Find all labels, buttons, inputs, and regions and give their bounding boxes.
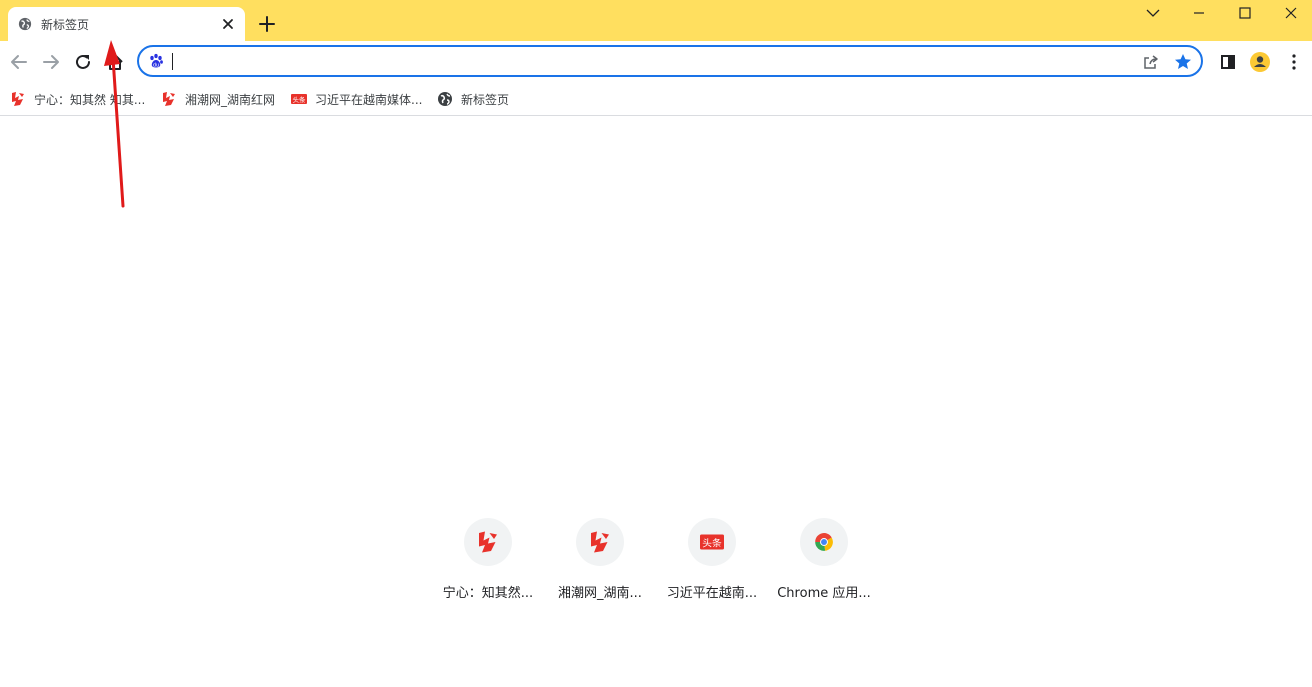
profile-avatar-icon[interactable]	[1249, 51, 1271, 73]
omnibox-input[interactable]	[175, 51, 1139, 75]
menu-kebab-icon[interactable]	[1283, 51, 1305, 73]
tab-close-icon[interactable]	[219, 15, 237, 33]
tab-title: 新标签页	[41, 18, 90, 32]
shortcut-label: 宁心：知其然...	[442, 586, 534, 601]
xiangchao-logo-icon	[12, 92, 24, 106]
xiangchao-logo-icon	[591, 531, 609, 553]
forward-arrow-icon[interactable]	[40, 51, 62, 73]
bookmark-star-icon[interactable]	[1173, 52, 1193, 72]
chevron-down-icon[interactable]	[1143, 4, 1163, 22]
toutiao-logo-icon: 头条	[700, 534, 724, 550]
tab-strip: 新标签页	[0, 0, 1312, 41]
svg-text:头条: 头条	[293, 95, 307, 104]
bookmark-item[interactable]: 湘潮网_湖南红网	[161, 89, 275, 109]
address-bar[interactable]: du	[137, 45, 1203, 77]
text-caret	[172, 53, 173, 70]
shortcut-label: 习近平在越南...	[666, 586, 758, 601]
share-icon[interactable]	[1141, 52, 1161, 72]
tab-new-tab[interactable]: 新标签页	[8, 7, 245, 41]
home-icon[interactable]	[104, 51, 126, 73]
shortcut-tile[interactable]: Chrome 应用...	[768, 518, 880, 608]
baidu-paw-icon: du	[150, 53, 163, 68]
close-icon[interactable]	[1281, 4, 1301, 22]
bookmark-label: 习近平在越南媒体...	[315, 92, 423, 107]
minimize-icon[interactable]	[1189, 4, 1209, 22]
new-tab-plus-icon[interactable]	[257, 14, 277, 34]
globe-icon	[18, 17, 32, 31]
bookmark-label: 宁心：知其然 知其...	[34, 92, 146, 107]
bookmark-item[interactable]: 新标签页	[437, 89, 509, 109]
bookmark-label: 新标签页	[461, 92, 510, 107]
bookmark-item[interactable]: 头条 习近平在越南媒体...	[291, 89, 422, 109]
maximize-icon[interactable]	[1235, 4, 1255, 22]
shortcut-label: Chrome 应用...	[777, 586, 871, 601]
xiangchao-logo-icon	[479, 531, 497, 553]
bookmarks-bar: 宁心：知其然 知其... 湘潮网_湖南红网 头条 习近平在越南媒体... 新标签…	[0, 83, 1312, 116]
toolbar: du	[0, 41, 1312, 83]
svg-text:头条: 头条	[702, 537, 722, 550]
shortcut-icon-circle: 头条	[688, 518, 736, 566]
shortcut-icon-circle	[464, 518, 512, 566]
svg-text:du: du	[153, 62, 159, 68]
globe-icon	[438, 92, 452, 106]
bookmark-label: 湘潮网_湖南红网	[185, 92, 276, 107]
reload-icon[interactable]	[72, 51, 94, 73]
shortcut-tile[interactable]: 宁心：知其然...	[432, 518, 544, 608]
shortcut-label: 湘潮网_湖南...	[558, 586, 642, 601]
xiangchao-logo-icon	[163, 92, 175, 106]
side-panel-icon[interactable]	[1217, 51, 1239, 73]
back-arrow-icon[interactable]	[8, 51, 30, 73]
bookmark-item[interactable]: 宁心：知其然 知其...	[10, 89, 145, 109]
chrome-logo-icon	[815, 533, 833, 551]
shortcut-icon-circle	[800, 518, 848, 566]
shortcut-tile[interactable]: 湘潮网_湖南...	[544, 518, 656, 608]
toutiao-logo-icon: 头条	[291, 94, 307, 104]
shortcut-icon-circle	[576, 518, 624, 566]
shortcut-tile[interactable]: 头条 习近平在越南...	[656, 518, 768, 608]
